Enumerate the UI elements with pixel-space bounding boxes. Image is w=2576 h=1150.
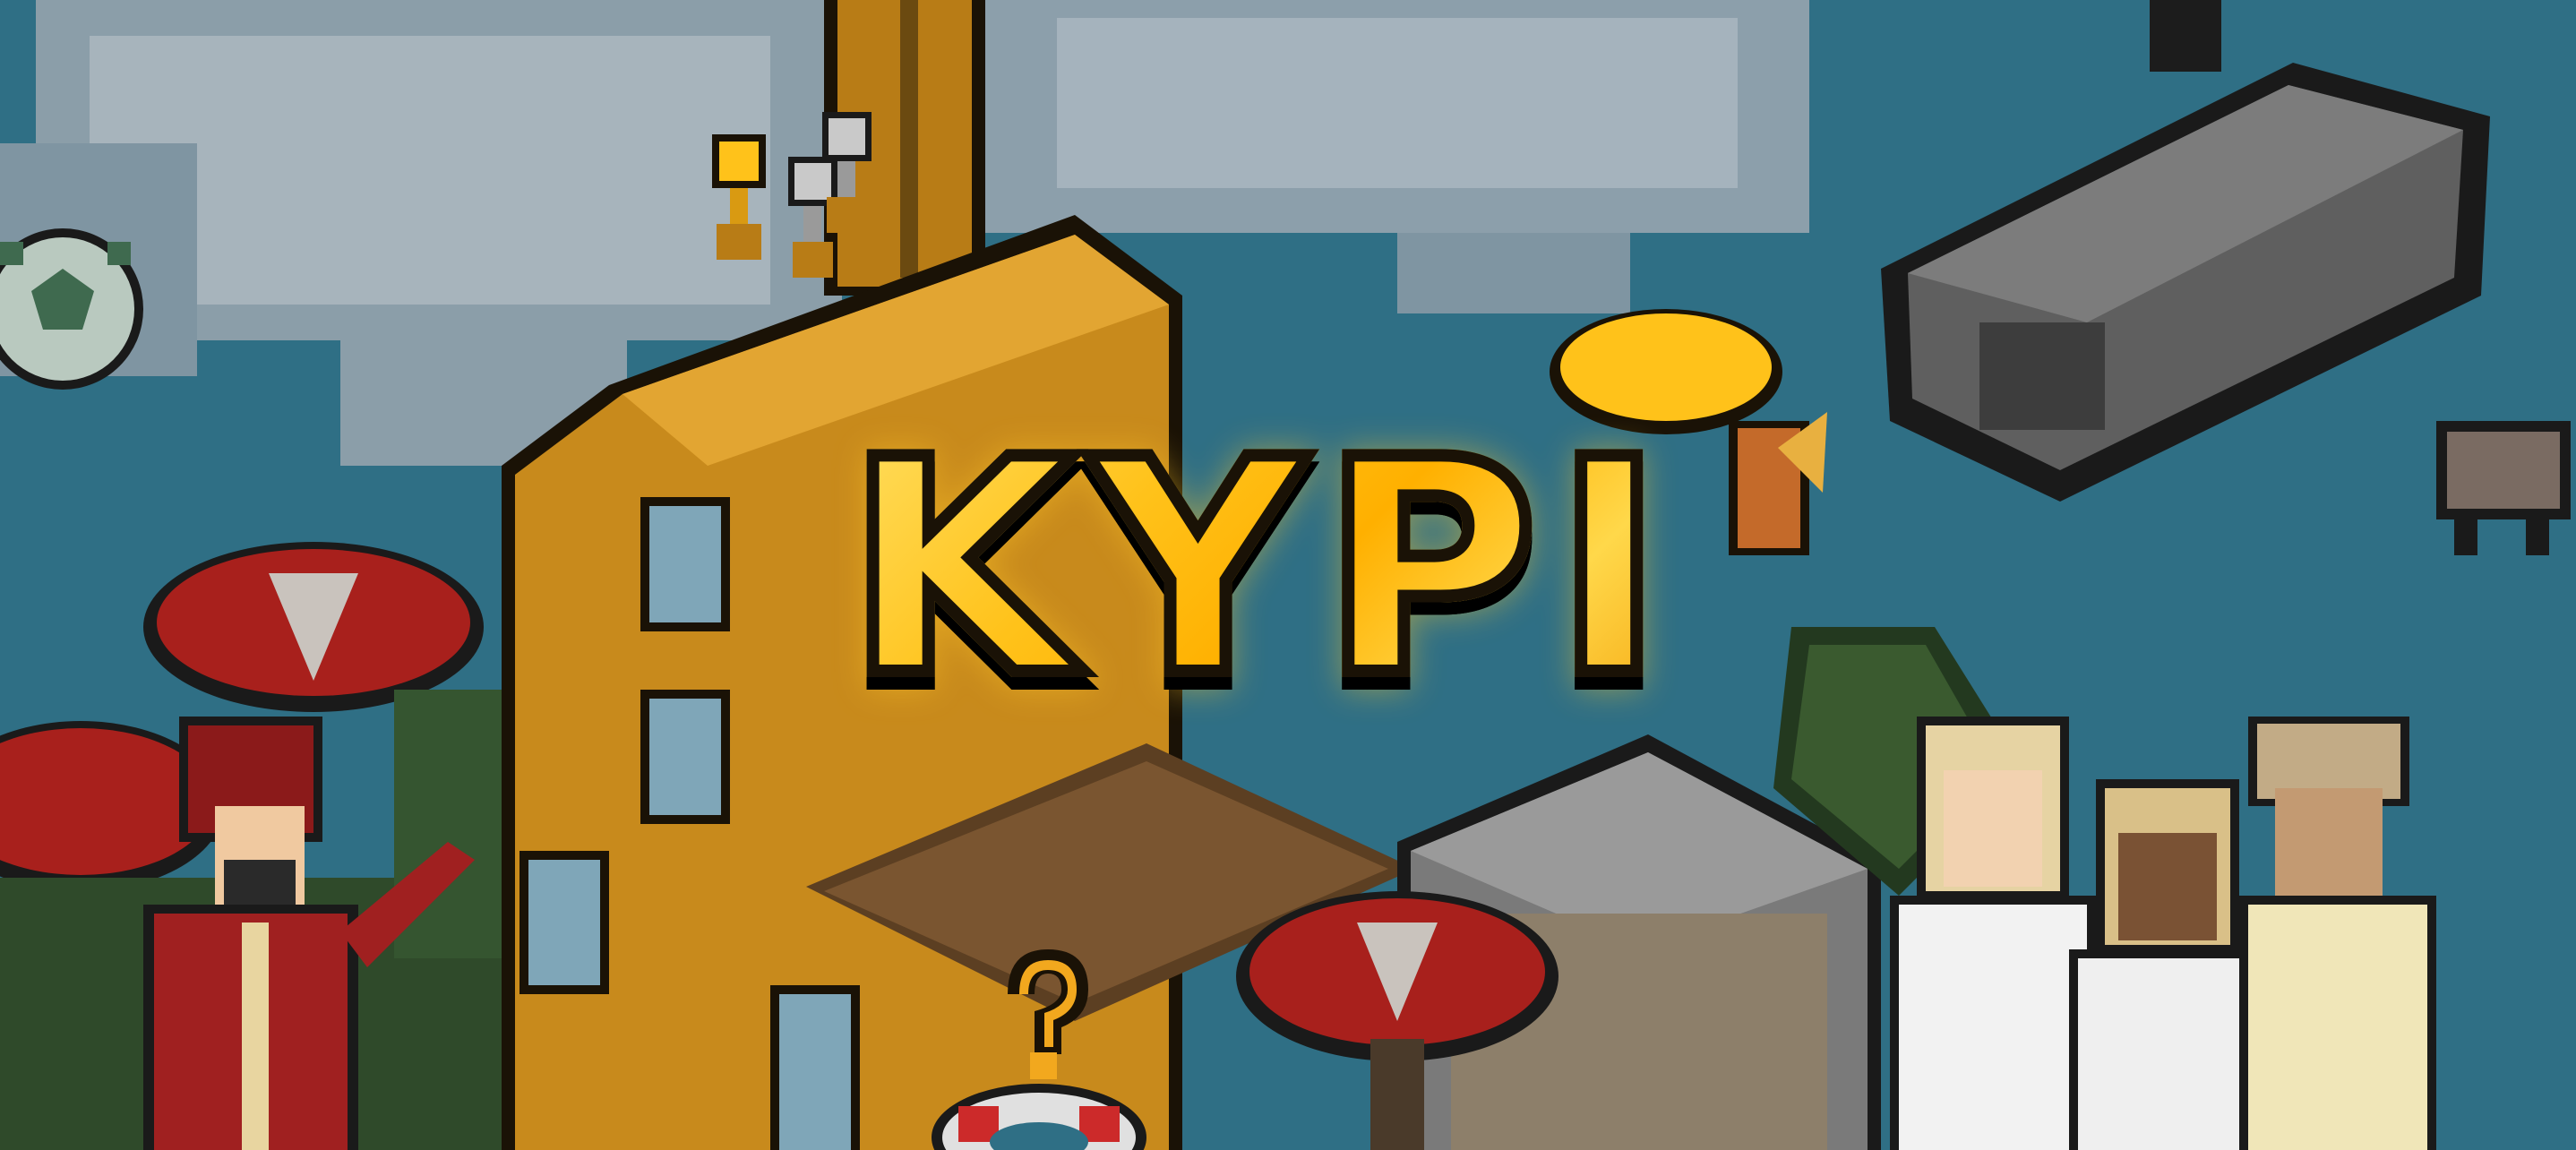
avatar-group bbox=[1890, 717, 2436, 1150]
game-logo: KYPI bbox=[788, 408, 1738, 730]
mushroom-left-top bbox=[143, 542, 484, 712]
game-banner: KYPI bbox=[0, 0, 2576, 1150]
logo-title: KYPI bbox=[788, 408, 1738, 730]
